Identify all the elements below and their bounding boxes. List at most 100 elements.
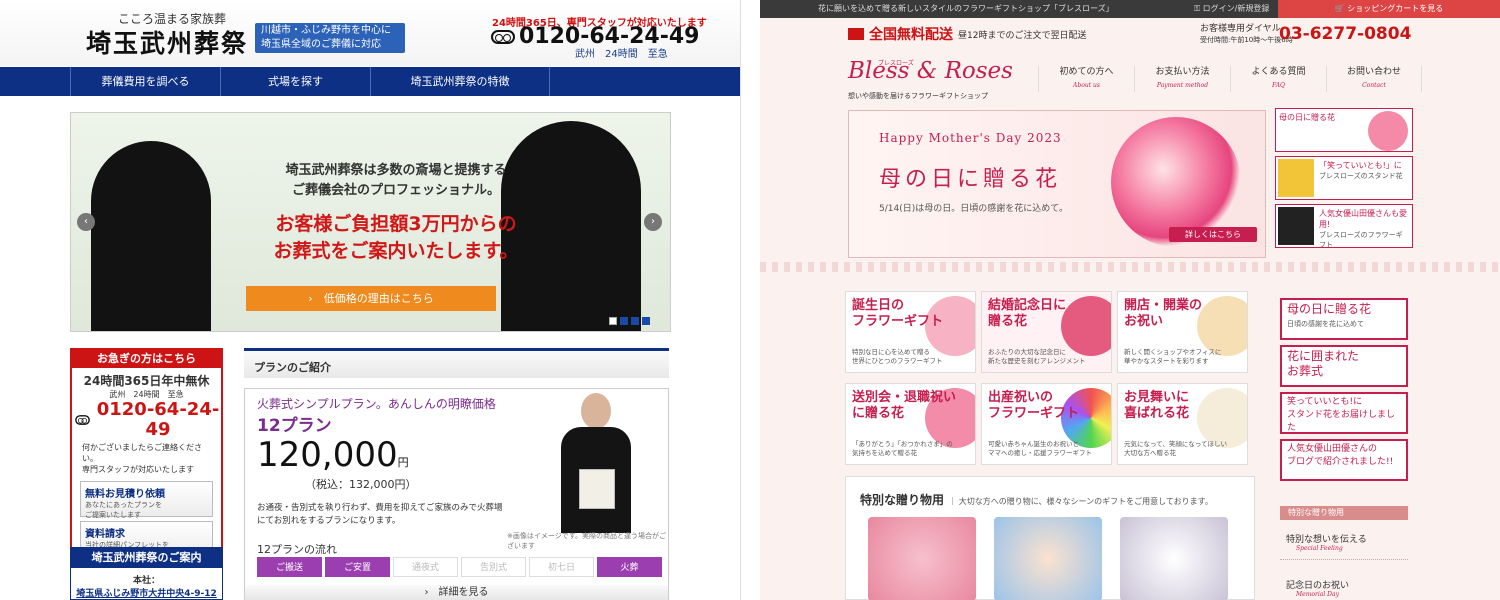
- slider-dots[interactable]: [609, 317, 650, 325]
- side-banner-mothers-day[interactable]: 母の日に贈る花 日頃の感謝を花に込めて: [1280, 298, 1408, 340]
- slider-next-icon[interactable]: ›: [644, 213, 662, 231]
- shop-nav: 初めての方へ About us お支払い方法 Payment method よくある…: [1038, 66, 1422, 92]
- tile-sub: 新しく開くショップやオフィスに 華やかなスタートを彩ります: [1124, 348, 1222, 365]
- main-nav: 葬儀費用を調べる 式場を探す 埼玉武州葬祭の特徴: [0, 67, 740, 96]
- tile-title: 誕生日の フラワーギフト: [852, 298, 944, 329]
- urgent-header: お急ぎの方はこちら: [72, 350, 221, 368]
- nav-item-venue[interactable]: 式場を探す: [220, 67, 370, 96]
- gift-photo[interactable]: [1120, 517, 1228, 600]
- free-shipping-label: 全国無料配送: [869, 27, 953, 43]
- gift-photo[interactable]: [868, 517, 976, 600]
- nav-en: FAQ: [1272, 82, 1285, 89]
- nav-label: お支払い方法: [1155, 67, 1210, 77]
- side-banners: 母の日に贈る花 日頃の感謝を花に込めて 花に囲まれた お葬式 笑っていいとも!に …: [1280, 298, 1408, 486]
- free-estimate-label: 無料お見積り依頼: [85, 489, 165, 500]
- nav-en: Contact: [1362, 82, 1386, 89]
- nav-en: About us: [1073, 82, 1100, 89]
- side-item-label: 特別な想いを伝える: [1286, 535, 1367, 545]
- category-get-well[interactable]: お見舞いに 喜ばれる花 元気になって、笑顔になってほしい 大切な方へ贈る花: [1117, 383, 1248, 465]
- cart-icon: 🛒: [1334, 4, 1345, 13]
- nav-item-about[interactable]: 初めての方へ About us: [1038, 66, 1134, 92]
- tile-title: 出産祝いの フラワーギフト: [988, 390, 1080, 421]
- slider-dot[interactable]: [620, 317, 628, 325]
- cart-button[interactable]: 🛒 ショッピングカートを見る: [1278, 0, 1500, 18]
- free-estimate-sub: あなたにあったプランを ご提案いたします: [85, 501, 162, 519]
- cart-label: ショッピングカートを見る: [1347, 4, 1444, 13]
- plan-card: 火葬式シンプルプラン。あんしんの明瞭価格 12プラン 120,000円 （税込：…: [244, 388, 669, 600]
- category-birthday[interactable]: 誕生日の フラワーギフト 特別な日に心を込めて贈る 世界にひとつのフラワーギフト: [845, 291, 976, 373]
- plan-details-button[interactable]: › 詳細を見る: [245, 585, 668, 600]
- slider-dot[interactable]: [642, 317, 650, 325]
- top-bar: 花に願いを込めて贈る新しいスタイルのフラワーギフトショップ「ブレスローズ」 ⚿ …: [760, 0, 1500, 18]
- flow-step: ご搬送: [257, 557, 322, 577]
- low-price-reason-button[interactable]: › 低価格の理由はこちら: [246, 286, 496, 311]
- nav-item-faq[interactable]: よくある質問 FAQ: [1230, 66, 1326, 92]
- category-anniversary[interactable]: 結婚記念日に 贈る花おふたりの大切な記念日に 新たな歴史を刻むアレンジメント: [981, 291, 1112, 373]
- special-gift-section: 特別な贈り物用 ｜ 大切な方への贈り物に、様々なシーンのギフトをご用意しておりま…: [845, 476, 1255, 600]
- slider-dot[interactable]: [609, 317, 617, 325]
- side-banner-funeral[interactable]: 花に囲まれた お葬式: [1280, 345, 1408, 387]
- service-area-badge: 川越市・ふじみ野市を中心に 埼玉県全域のご葬儀に対応: [255, 23, 405, 53]
- flower-shop-screenshot: 花に願いを込めて贈る新しいスタイルのフラワーギフトショップ「ブレスローズ」 ⚿ …: [760, 0, 1500, 600]
- category-grid: 誕生日の フラワーギフト 特別な日に心を込めて贈る 世界にひとつのフラワーギフト …: [845, 291, 1248, 465]
- address-link[interactable]: 埼玉県ふじみ野市大井中央4-9-12: [71, 586, 222, 599]
- freedial-icon: [491, 29, 515, 44]
- thumb-iitomo[interactable]: 「笑っていいとも!」に ブレスローズのスタンド花: [1275, 156, 1413, 200]
- urgent-phone-number: 0120-64-24-49: [96, 399, 220, 440]
- nav-item-contact[interactable]: お問い合わせ Contact: [1326, 66, 1422, 92]
- plan-tax: （税込：132,000円）: [305, 478, 417, 491]
- plan-flow: ご搬送 ご安置 通夜式 告別式 初七日 火葬: [257, 557, 662, 577]
- category-farewell[interactable]: 送別会・退職祝い に贈る花 「ありがとう」「おつかれさま」の 気持ちを込めて贈る花: [845, 383, 976, 465]
- side-item-en: Memorial Day: [1296, 591, 1339, 598]
- flow-step: 告別式: [461, 557, 526, 577]
- tile-title: お見舞いに 喜ばれる花: [1124, 390, 1190, 421]
- side-banner-iitomo[interactable]: 笑っていいとも!に スタンド花をお届けしました: [1280, 392, 1408, 434]
- price-value: 120,000: [257, 435, 398, 475]
- woman-photo: [91, 141, 211, 331]
- nav-en: Payment method: [1156, 82, 1209, 89]
- urgent-note: 何かございましたらご連絡ください。 専門スタッフが対応いたします: [82, 443, 202, 474]
- slider-dot[interactable]: [631, 317, 639, 325]
- plan-name: 12プラン: [257, 416, 332, 436]
- side-banner-title: 人気女優山田優さんの ブログで紹介されました!!: [1287, 444, 1394, 467]
- category-birth[interactable]: 出産祝いの フラワーギフト 可愛い赤ちゃん誕生のお祝いと ママへの癒し・応援フラワ…: [981, 383, 1112, 465]
- urgent-phone[interactable]: 0120-64-24-49: [72, 400, 221, 440]
- tile-title: 結婚記念日に 贈る花: [988, 298, 1067, 329]
- site-logo[interactable]: 埼玉武州葬祭: [86, 24, 248, 60]
- brand-logo[interactable]: Bless & Roses: [848, 58, 1013, 84]
- category-opening[interactable]: 開店・開業の お祝い 新しく開くショップやオフィスに 華やかなスタートを彩ります: [1117, 291, 1248, 373]
- mothers-day-banner[interactable]: Happy Mother's Day 2023 母の日に贈る花 5/14(日)は…: [848, 110, 1266, 258]
- flow-step: 火葬: [597, 557, 662, 577]
- dial-number[interactable]: 03-6277-0804: [1279, 24, 1411, 44]
- slider-prev-icon[interactable]: ‹: [77, 213, 95, 231]
- side-banner-yamada[interactable]: 人気女優山田優さんの ブログで紹介されました!!: [1280, 439, 1408, 481]
- thumb-flower: [1368, 111, 1408, 151]
- plan-description: お通夜・告別式を執り行わず、費用を抑えてご家族のみで火葬場にてお別れをするプラン…: [257, 503, 503, 526]
- nav-item-payment[interactable]: お支払い方法 Payment method: [1134, 66, 1230, 92]
- brand-kana: ブレスローズ: [878, 60, 914, 67]
- nav-item-cost[interactable]: 葬儀費用を調べる: [70, 67, 220, 96]
- nav-label: 初めての方へ: [1059, 67, 1114, 77]
- phone-mnemonic: 武州 24時間 至急: [575, 49, 668, 60]
- side-banner-title: 花に囲まれた お葬式: [1287, 349, 1360, 378]
- brand-subtitle: 想いや感動を届けるフラワーギフトショップ: [848, 92, 988, 100]
- details-button[interactable]: 詳しくはこちら: [1169, 227, 1257, 242]
- side-banner-title: 母の日に贈る花: [1287, 302, 1372, 316]
- thumb-mothers-day[interactable]: 母の日に贈る花: [1275, 108, 1413, 152]
- login-label: ログイン/新規登録: [1202, 4, 1270, 13]
- lace-divider: [760, 262, 1500, 272]
- tile-title: 送別会・退職祝い に贈る花: [852, 390, 957, 421]
- nav-item-features[interactable]: 埼玉武州葬祭の特徴: [370, 67, 550, 96]
- flow-title: 12プランの流れ: [257, 543, 337, 556]
- nav-label: お問い合わせ: [1346, 67, 1401, 77]
- tile-sub: おふたりの大切な記念日に 新たな歴史を刻むアレンジメント: [988, 348, 1086, 365]
- login-link[interactable]: ⚿ ログイン/新規登録: [1194, 0, 1269, 18]
- side-banner-title: 笑っていいとも!に スタンド花をお届けしました: [1287, 397, 1396, 433]
- hero-line-1: 埼玉武州葬祭は多数の斎場と提携する ご葬儀会社のプロフェッショナル。: [285, 163, 507, 198]
- thumb-yamada[interactable]: 人気女優山田優さんも愛用! ブレスローズのフラワーギフト: [1275, 204, 1413, 248]
- side-item-memorial[interactable]: 記念日のお祝い Memorial Day: [1280, 570, 1408, 600]
- gift-photo[interactable]: [994, 517, 1102, 600]
- side-item-special[interactable]: 特別な想いを伝える Special Feeling: [1280, 524, 1408, 560]
- plan-section-title: プランのご紹介: [244, 348, 669, 378]
- free-estimate-button[interactable]: 無料お見積り依頼 あなたにあったプランを ご提案いたします: [80, 481, 213, 519]
